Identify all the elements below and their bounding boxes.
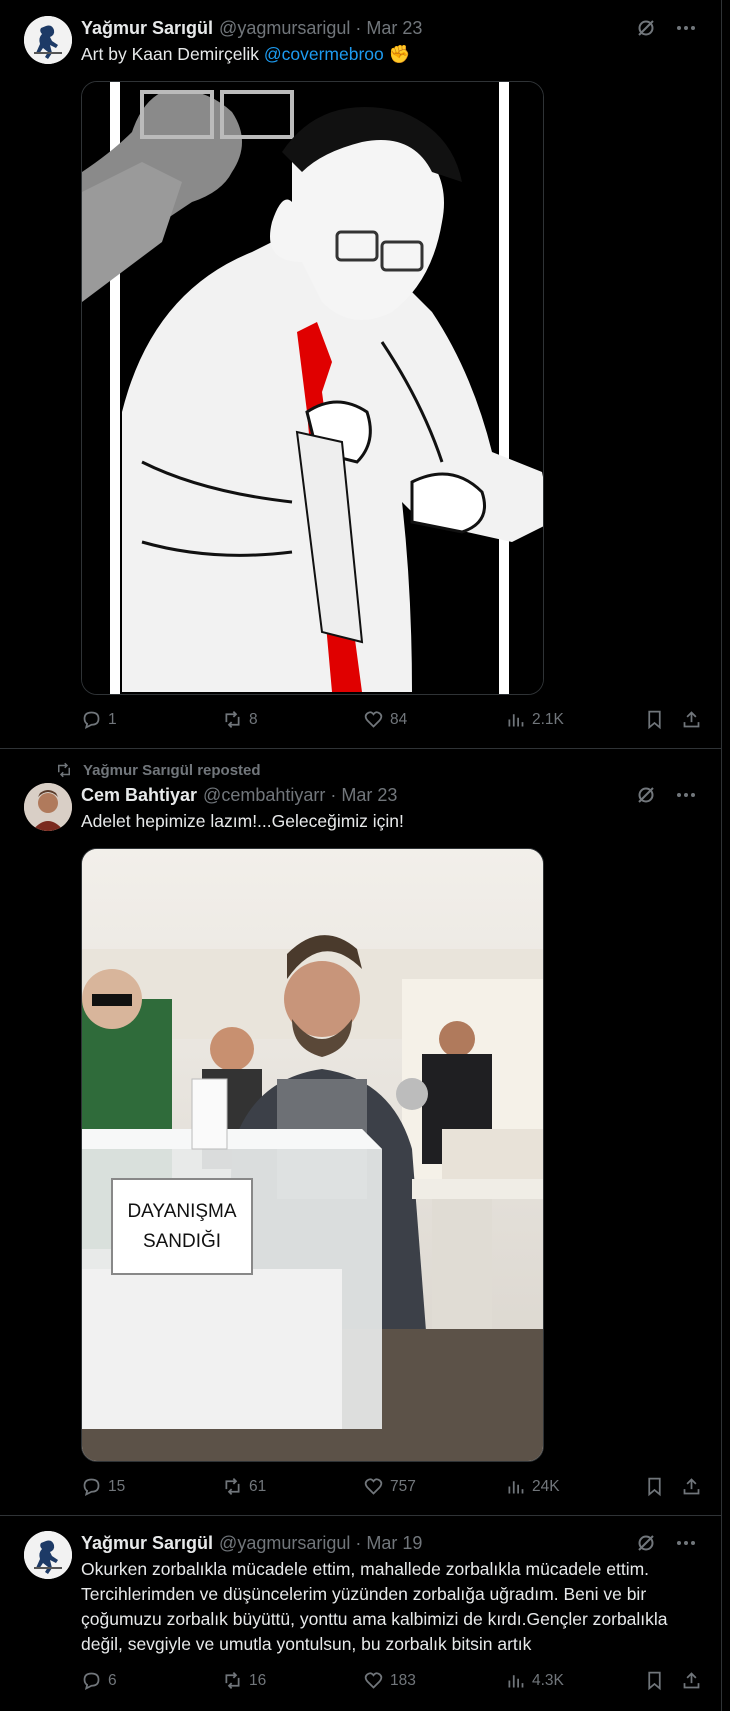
share-button[interactable] [681, 709, 702, 730]
fist-emoji: ✊ [388, 44, 411, 64]
tweet-date[interactable]: Mar 23 [341, 785, 397, 806]
ballot-photo [82, 849, 543, 1461]
author-handle[interactable]: @yagmursarigul [219, 18, 350, 39]
reply-count: 6 [108, 1671, 117, 1689]
share-button[interactable] [681, 1670, 702, 1691]
tweet-date[interactable]: Mar 19 [366, 1533, 422, 1554]
tweet-top-icons [635, 784, 697, 806]
author-handle[interactable]: @yagmursarigul [219, 1533, 350, 1554]
author-name[interactable]: Cem Bahtiyar [81, 785, 197, 806]
repost-icon [58, 762, 70, 778]
repost-button[interactable]: 61 [222, 1476, 266, 1497]
views-icon [508, 714, 524, 727]
grok-icon[interactable] [635, 17, 657, 39]
like-button[interactable]: 84 [363, 709, 407, 730]
repost-icon [225, 1478, 240, 1495]
illustration-image [82, 82, 543, 694]
repost-count: 8 [249, 710, 258, 728]
grok-icon[interactable] [635, 784, 657, 806]
heart-icon [364, 711, 383, 728]
views-icon [508, 1481, 524, 1494]
repost-count: 61 [249, 1477, 267, 1495]
views-count: 24K [532, 1477, 560, 1495]
like-button[interactable]: 183 [363, 1670, 416, 1691]
views-count: 2.1K [532, 710, 564, 728]
heart-icon [364, 1672, 383, 1689]
reply-count: 1 [108, 710, 117, 728]
tweet-actions: 1 8 84 2.1K [81, 709, 711, 735]
views-count: 4.3K [532, 1671, 564, 1689]
avatar[interactable] [24, 783, 72, 831]
author-name[interactable]: Yağmur Sarıgül [81, 18, 213, 39]
reply-icon [83, 711, 100, 730]
share-icon [683, 1672, 700, 1689]
reply-button[interactable]: 6 [81, 1670, 117, 1691]
more-icon[interactable] [675, 17, 697, 39]
tweet-media-illustration[interactable] [81, 81, 544, 695]
bookmark-button[interactable] [644, 1476, 665, 1497]
tweet-header: Yağmur Sarıgül @yagmursarigul · Mar 19 [81, 1531, 422, 1555]
tweet-top-icons [635, 1532, 697, 1554]
tweet-top-icons [635, 17, 697, 39]
share-button[interactable] [681, 1476, 702, 1497]
avatar[interactable] [24, 1531, 72, 1579]
tweet-1[interactable]: Yağmur Sarıgül @yagmursarigul · Mar 23 A… [0, 0, 722, 749]
tweet-date[interactable]: Mar 23 [366, 18, 422, 39]
like-count: 757 [390, 1477, 416, 1495]
reply-count: 15 [108, 1477, 126, 1495]
bookmark-icon [648, 1477, 661, 1497]
share-icon [683, 1478, 700, 1495]
like-count: 183 [390, 1671, 416, 1689]
author-handle[interactable]: @cembahtiyarr [203, 785, 325, 806]
reply-button[interactable]: 15 [81, 1476, 125, 1497]
reply-icon [83, 1478, 100, 1497]
more-icon[interactable] [675, 784, 697, 806]
tweet-text: Okurken zorbalıkla mücadele ettim, mahal… [81, 1559, 668, 1654]
avatar[interactable] [24, 16, 72, 64]
repost-label: Yağmur Sarıgül reposted [83, 761, 261, 779]
sign-line-2: SANDIĞI [142, 1230, 222, 1252]
tweet-2[interactable]: Yağmur Sarıgül reposted Cem Bahtiyar @ce… [0, 749, 722, 1516]
bookmark-button[interactable] [644, 709, 665, 730]
tweet-text: Art by Kaan Demirçelik @covermebroo ✊ [81, 42, 711, 67]
tweet-text: Adelet hepimize lazım!...Geleceğimiz içi… [81, 811, 404, 831]
bookmark-icon [648, 1671, 661, 1691]
repost-icon [225, 711, 240, 728]
views-button[interactable]: 4.3K [505, 1670, 564, 1691]
repost-button[interactable]: 8 [222, 709, 258, 730]
share-icon [683, 711, 700, 728]
reply-button[interactable]: 1 [81, 709, 117, 730]
ballot-box-sign: DAYANIŞMA SANDIĞI [112, 1179, 252, 1274]
like-count: 84 [390, 710, 408, 728]
repost-context[interactable]: Yağmur Sarıgül reposted [55, 761, 261, 779]
sign-line-1: DAYANIŞMA [127, 1200, 237, 1222]
separator-dot: · [330, 784, 337, 805]
more-icon[interactable] [675, 1532, 697, 1554]
bookmark-button[interactable] [644, 1670, 665, 1691]
bookmark-icon [648, 710, 661, 730]
grok-icon[interactable] [635, 1532, 657, 1554]
mention-link[interactable]: @covermebroo [264, 44, 384, 64]
reply-icon [83, 1672, 100, 1691]
views-button[interactable]: 2.1K [505, 709, 564, 730]
repost-button[interactable]: 16 [222, 1670, 266, 1691]
tweet-header: Yağmur Sarıgül @yagmursarigul · Mar 23 [81, 16, 422, 40]
tweet-actions: 6 16 183 4.3K [81, 1670, 711, 1696]
separator-dot: · [355, 1532, 362, 1553]
heart-icon [364, 1478, 383, 1495]
views-button[interactable]: 24K [505, 1476, 560, 1497]
like-button[interactable]: 757 [363, 1476, 416, 1497]
tweet-header: Cem Bahtiyar @cembahtiyarr · Mar 23 [81, 783, 397, 807]
tweet-text-body: Art by Kaan Demirçelik [81, 44, 264, 64]
tweet-3[interactable]: Yağmur Sarıgül @yagmursarigul · Mar 19 O… [0, 1516, 722, 1711]
author-name[interactable]: Yağmur Sarıgül [81, 1533, 213, 1554]
repost-icon [225, 1672, 240, 1689]
tweet-actions: 15 61 757 24K [81, 1476, 711, 1502]
tweet-media-photo[interactable]: DAYANIŞMA SANDIĞI [81, 848, 544, 1462]
repost-count: 16 [249, 1671, 267, 1689]
views-icon [508, 1675, 524, 1688]
separator-dot: · [355, 17, 362, 38]
